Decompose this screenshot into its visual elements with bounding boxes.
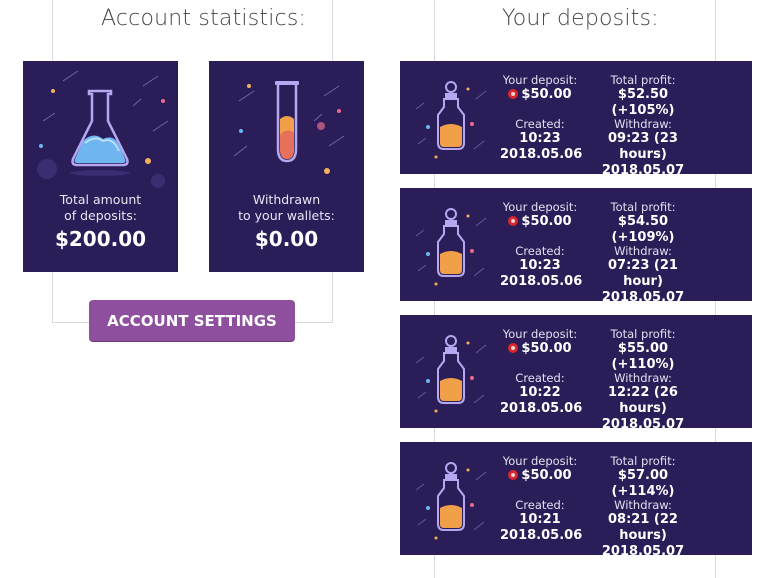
deposit-label: Your deposit:	[502, 454, 578, 468]
profit-label: Total profit:	[610, 327, 676, 341]
total-profit: $54.50 (+109%)	[611, 214, 675, 245]
created-date: 2018.05.06	[500, 274, 583, 289]
created-label: Created:	[515, 371, 565, 385]
withdraw-time: 09:23 (23 hours)	[608, 131, 678, 162]
perfect-money-icon	[508, 470, 519, 480]
perfect-money-icon	[508, 343, 519, 353]
account-settings-button[interactable]: ACCOUNT SETTINGS	[89, 300, 295, 341]
deposit-card-4: Your deposit: $50.00 Total profit: $57.0…	[400, 442, 752, 555]
deposit-card-3: Your deposit: $50.00 Total profit: $55.0…	[400, 315, 752, 428]
potion-bottle-icon	[415, 335, 487, 413]
profit-label: Total profit:	[610, 200, 676, 214]
potion-bottle-icon	[415, 208, 487, 286]
withdraw-label: Withdraw:	[614, 498, 672, 512]
created-time: 10:21	[519, 512, 561, 527]
deposit-amount: $50.00	[521, 214, 572, 229]
withdrawn-label-line1: Withdrawn	[252, 192, 321, 207]
potion-bottle-icon	[415, 81, 487, 159]
created-date: 2018.05.06	[500, 147, 583, 162]
deposit-amount: $50.00	[521, 87, 572, 102]
withdraw-date: 2018.05.07	[601, 290, 685, 301]
perfect-money-icon	[508, 89, 519, 99]
deposit-amount: $50.00	[521, 341, 572, 356]
created-time: 10:22	[519, 385, 561, 400]
withdraw-label: Withdraw:	[614, 244, 672, 258]
created-label: Created:	[515, 498, 565, 512]
deposit-label: Your deposit:	[502, 200, 578, 214]
deposit-amount: $50.00	[521, 468, 572, 483]
total-profit: $52.50 (+105%)	[611, 87, 675, 118]
created-time: 10:23	[519, 258, 561, 273]
total-deposits-label-line1: Total amount	[59, 192, 142, 207]
profit-label: Total profit:	[610, 73, 676, 87]
account-statistics-title: Account statistics:	[93, 6, 315, 31]
deposit-label: Your deposit:	[502, 327, 578, 341]
created-label: Created:	[515, 244, 565, 258]
deposit-label: Your deposit:	[502, 73, 578, 87]
perfect-money-icon	[508, 216, 519, 226]
withdraw-date: 2018.05.07	[601, 163, 685, 174]
withdraw-label: Withdraw:	[614, 371, 672, 385]
withdrawn-value: $0.00	[254, 227, 319, 251]
total-deposits-label-line2: of deposits:	[64, 208, 137, 223]
withdraw-time: 08:21 (22 hours)	[608, 512, 678, 543]
withdraw-date: 2018.05.07	[601, 417, 685, 428]
flask-icon	[37, 70, 169, 188]
total-profit: $57.00 (+114%)	[611, 468, 675, 499]
withdraw-time: 12:22 (26 hours)	[608, 385, 678, 416]
withdraw-date: 2018.05.07	[601, 544, 685, 555]
potion-bottle-icon	[415, 462, 487, 540]
created-time: 10:23	[519, 131, 561, 146]
your-deposits-title: Your deposits:	[494, 6, 667, 31]
withdrawn-label-line2: to your wallets:	[238, 208, 335, 223]
withdraw-label: Withdraw:	[614, 117, 672, 131]
total-deposits-value: $200.00	[54, 227, 147, 251]
deposit-card-2: Your deposit: $50.00 Total profit: $54.5…	[400, 188, 752, 301]
created-date: 2018.05.06	[500, 528, 583, 543]
withdrawn-card: Withdrawn to your wallets: $0.00	[209, 61, 364, 272]
created-label: Created:	[515, 117, 565, 131]
test-tube-icon	[233, 81, 345, 174]
profit-label: Total profit:	[610, 454, 676, 468]
deposit-card-1: Your deposit: $50.00 Total profit: $52.5…	[400, 61, 752, 174]
total-deposits-card: Total amount of deposits: $200.00	[23, 61, 178, 272]
created-date: 2018.05.06	[500, 401, 583, 416]
total-profit: $55.00 (+110%)	[611, 341, 675, 372]
withdraw-time: 07:23 (21 hour)	[608, 258, 678, 289]
